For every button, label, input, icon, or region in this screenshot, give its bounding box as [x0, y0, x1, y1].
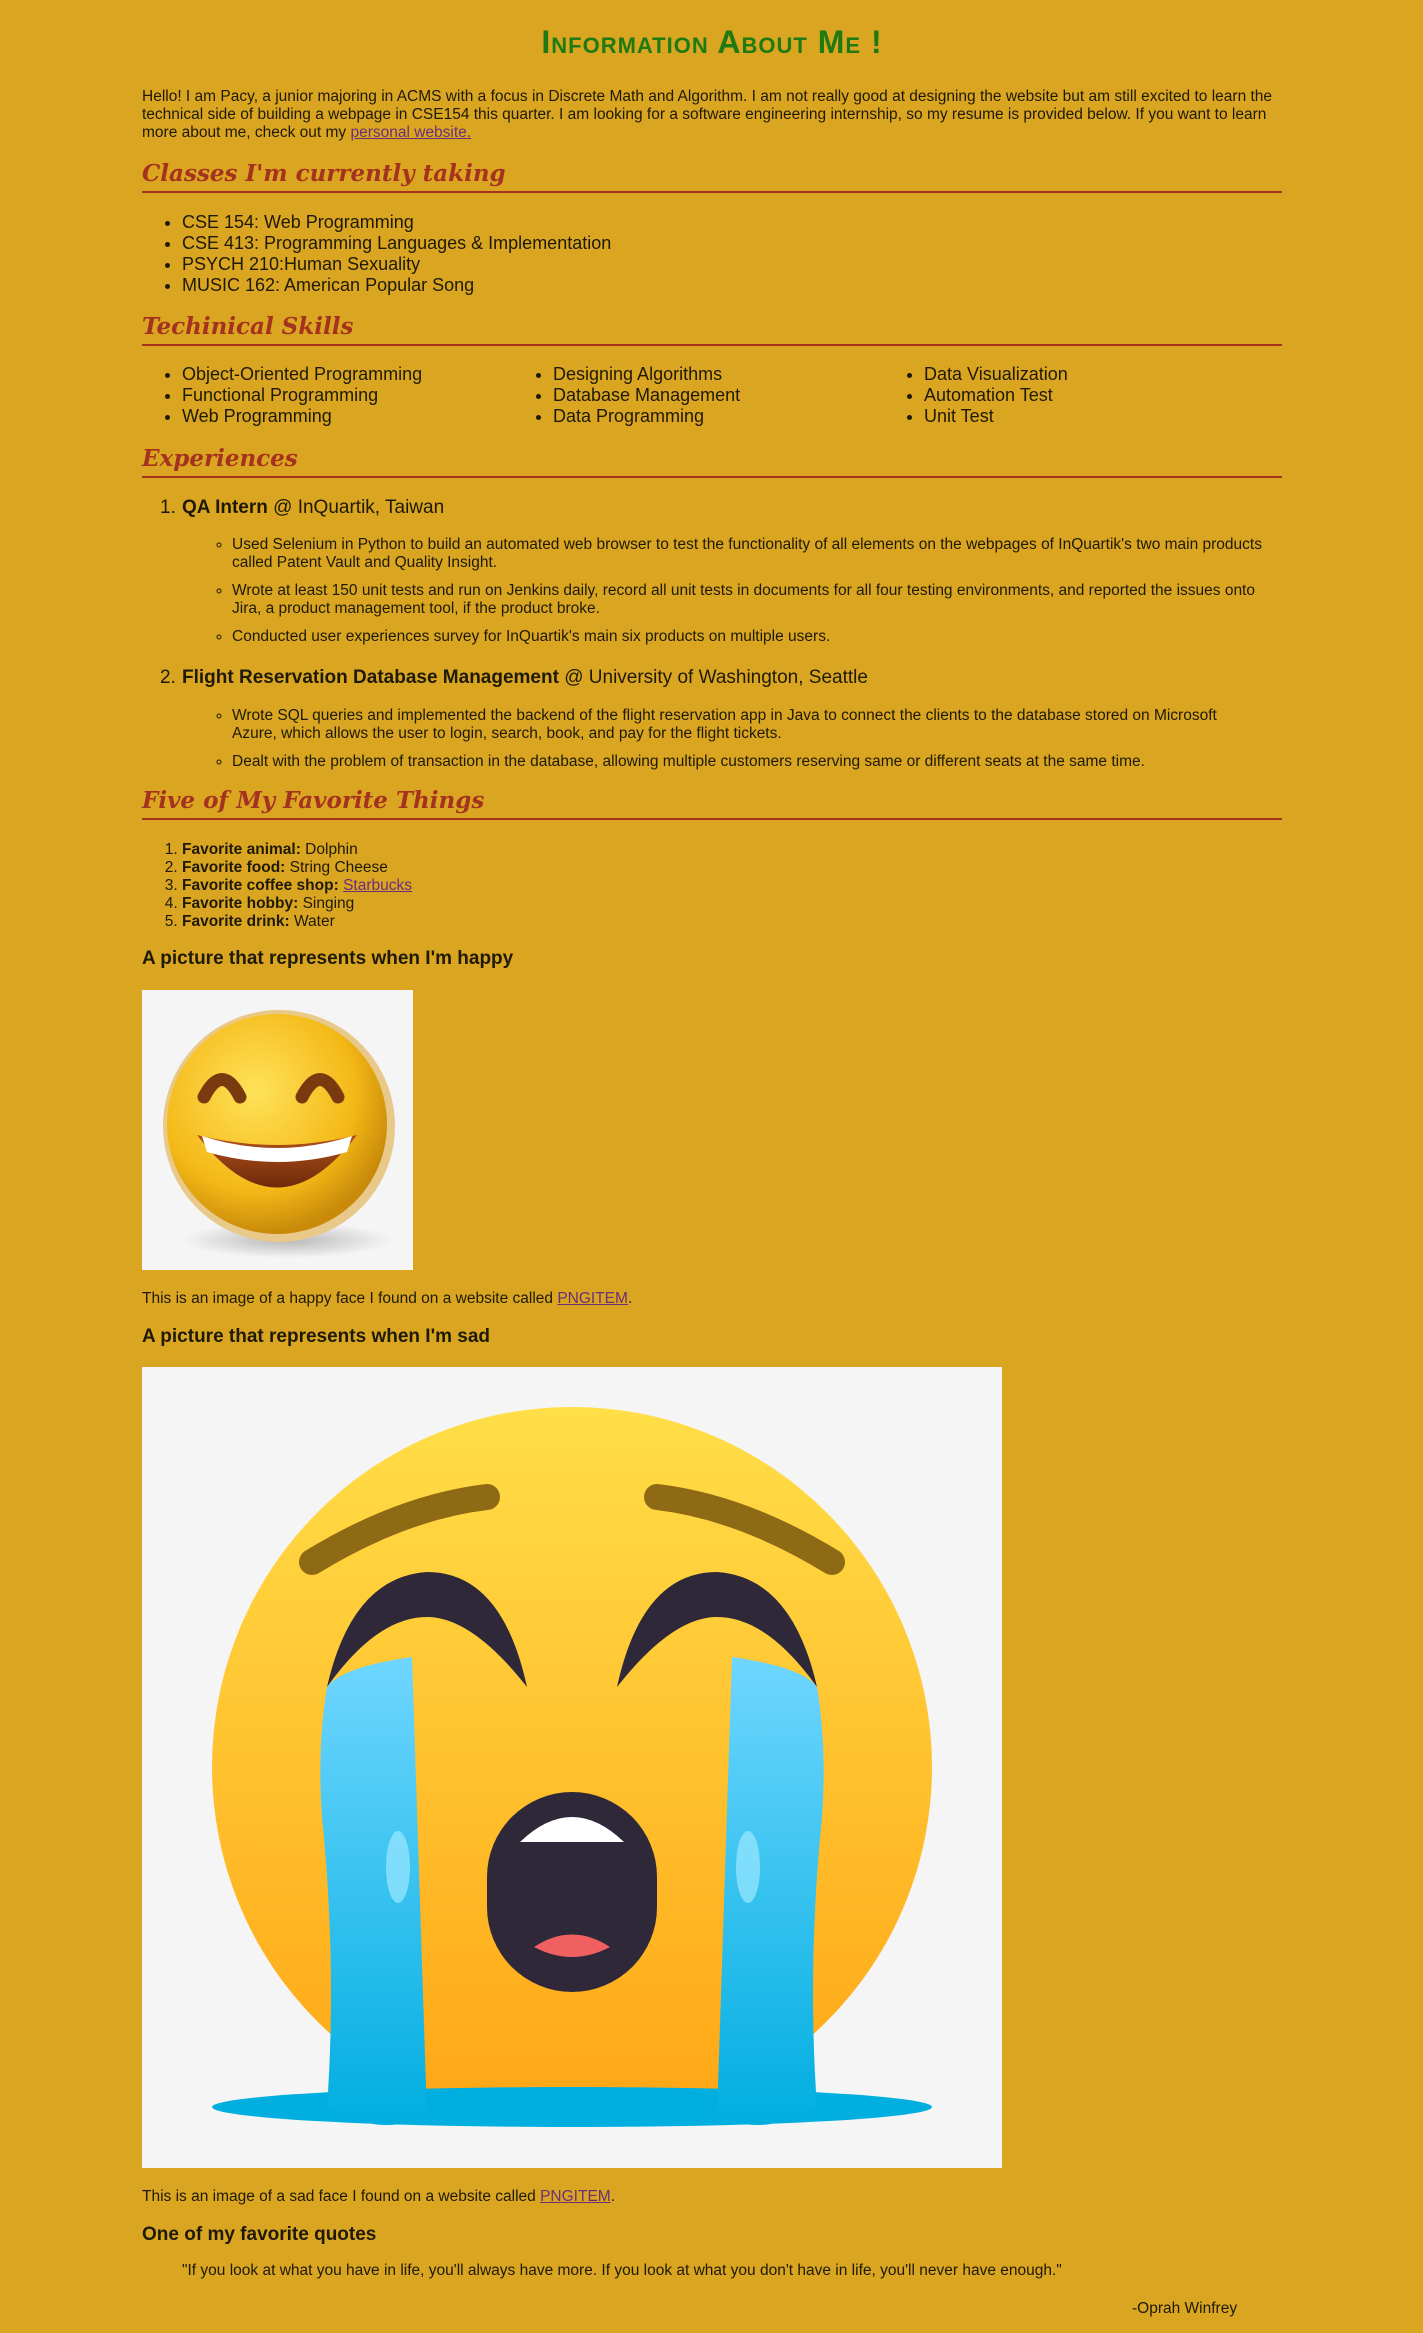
page-title: Information About Me !	[541, 24, 883, 60]
favorites-heading: Five of My Favorite Things	[142, 787, 1282, 820]
favorite-label: Favorite drink:	[182, 913, 290, 930]
classes-heading: Classes I'm currently taking	[142, 160, 1282, 193]
page: Information About Me ! Hello! I am Pacy,…	[0, 0, 1423, 2333]
list-item: Functional Programming	[182, 385, 422, 406]
quote-text: "If you look at what you have in life, y…	[182, 2262, 1062, 2279]
happy-face-image	[142, 990, 413, 1270]
list-item: Favorite coffee shop: Starbucks	[182, 877, 412, 895]
list-item: MUSIC 162: American Popular Song	[182, 275, 611, 296]
list-item: Data Programming	[553, 406, 740, 427]
experiences-heading: Experiences	[142, 445, 1282, 478]
caption-suffix: .	[610, 2188, 616, 2205]
skills-column-1: Object-Oriented Programming Functional P…	[182, 364, 422, 427]
sad-face-image	[142, 1367, 1002, 2168]
personal-website-link[interactable]: personal website.	[350, 124, 471, 141]
quote-heading: One of my favorite quotes	[142, 2224, 377, 2245]
list-item: Dealt with the problem of transaction in…	[232, 753, 1262, 771]
experience-role: QA Intern	[182, 497, 268, 518]
sad-caption: This is an image of a sad face I found o…	[142, 2188, 615, 2206]
list-item: Wrote at least 150 unit tests and run on…	[232, 582, 1262, 618]
sad-heading: A picture that represents when I'm sad	[142, 1326, 491, 1347]
list-item: Favorite food: String Cheese	[182, 859, 412, 877]
favorite-label: Favorite coffee shop:	[182, 877, 339, 894]
list-item: Unit Test	[924, 406, 1068, 427]
experience-item: 1. QA Intern @ InQuartik, Taiwan	[160, 497, 445, 519]
favorite-value: Water	[289, 913, 335, 930]
experience-bullets: Used Selenium in Python to build an auto…	[232, 536, 1262, 656]
list-item: Favorite animal: Dolphin	[182, 841, 412, 859]
list-item: CSE 154: Web Programming	[182, 212, 611, 233]
favorite-label: Favorite food:	[182, 859, 286, 876]
intro-paragraph: Hello! I am Pacy, a junior majoring in A…	[142, 88, 1282, 142]
list-item: Wrote SQL queries and implemented the ba…	[232, 707, 1262, 743]
crying-face-icon	[212, 1407, 932, 2127]
skills-heading: Techinical Skills	[142, 313, 1282, 346]
experience-role: Flight Reservation Database Management	[182, 667, 559, 688]
favorite-value: Singing	[298, 895, 355, 912]
list-item: Database Management	[553, 385, 740, 406]
list-item: Used Selenium in Python to build an auto…	[232, 536, 1262, 572]
experience-number: 2.	[160, 667, 176, 688]
favorite-label: Favorite animal:	[182, 841, 301, 858]
caption-text: This is an image of a happy face I found…	[142, 1290, 558, 1307]
favorites-list: Favorite animal: Dolphin Favorite food: …	[182, 841, 412, 931]
list-item: PSYCH 210:Human Sexuality	[182, 254, 611, 275]
favorite-value: Dolphin	[300, 841, 358, 858]
list-item: Conducted user experiences survey for In…	[232, 628, 1262, 646]
pngitem-link-sad[interactable]: PNGITEM	[540, 2188, 611, 2205]
classes-list: CSE 154: Web Programming CSE 413: Progra…	[182, 212, 611, 296]
caption-suffix: .	[627, 1290, 633, 1307]
pngitem-link-happy[interactable]: PNGITEM	[557, 1290, 628, 1307]
list-item: CSE 413: Programming Languages & Impleme…	[182, 233, 611, 254]
experience-item: 2. Flight Reservation Database Managemen…	[160, 667, 868, 689]
favorite-label: Favorite hobby:	[182, 895, 299, 912]
intro-text: Hello! I am Pacy, a junior majoring in A…	[142, 88, 1273, 141]
experience-bullets: Wrote SQL queries and implemented the ba…	[232, 707, 1262, 781]
list-item: Web Programming	[182, 406, 422, 427]
skills-column-2: Designing Algorithms Database Management…	[553, 364, 740, 427]
list-item: Automation Test	[924, 385, 1068, 406]
quote-author: -Oprah Winfrey	[1132, 2300, 1238, 2317]
list-item: Data Visualization	[924, 364, 1068, 385]
experience-org: @ InQuartik, Taiwan	[267, 497, 445, 518]
experience-number: 1.	[160, 497, 176, 518]
list-item: Favorite hobby: Singing	[182, 895, 412, 913]
favorite-value: String Cheese	[285, 859, 388, 876]
list-item: Designing Algorithms	[553, 364, 740, 385]
happy-face-icon	[163, 1010, 395, 1258]
list-item: Favorite drink: Water	[182, 913, 412, 931]
happy-heading: A picture that represents when I'm happy	[142, 948, 514, 969]
experience-org: @ University of Washington, Seattle	[558, 667, 868, 688]
happy-caption: This is an image of a happy face I found…	[142, 1290, 632, 1308]
caption-text: This is an image of a sad face I found o…	[142, 2188, 541, 2205]
skills-column-3: Data Visualization Automation Test Unit …	[924, 364, 1068, 427]
starbucks-link[interactable]: Starbucks	[343, 877, 412, 894]
list-item: Object-Oriented Programming	[182, 364, 422, 385]
